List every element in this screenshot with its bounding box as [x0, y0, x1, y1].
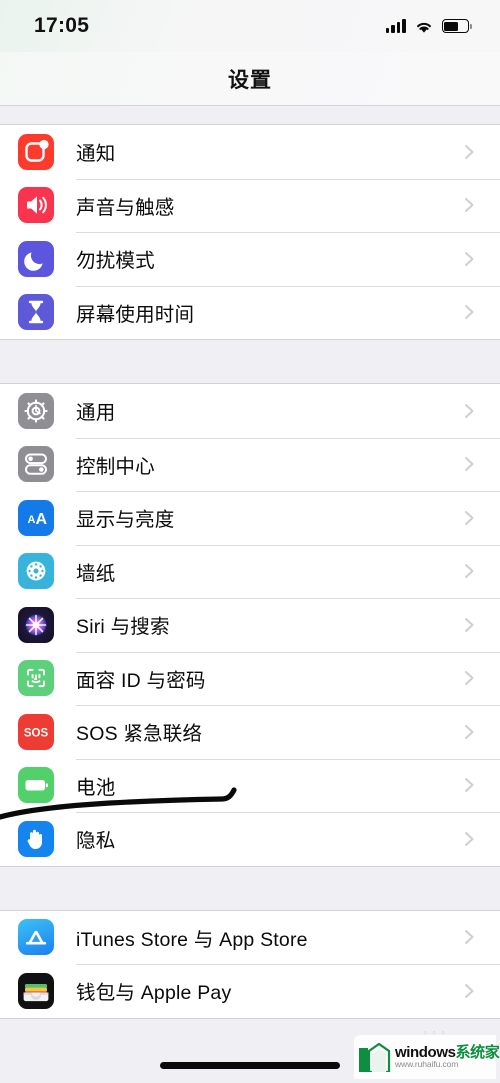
settings-row-label: iTunes Store 与 App Store	[76, 928, 308, 951]
svg-text:A: A	[28, 514, 36, 526]
wallpaper-icon	[18, 553, 54, 590]
settings-row-label: Siri 与搜索	[76, 616, 170, 639]
settings-row-label: 隐私	[76, 830, 116, 853]
settings-row-label: 勿扰模式	[76, 250, 155, 273]
chevron-right-icon	[465, 564, 474, 579]
chevron-right-icon	[465, 403, 474, 418]
chevron-right-icon	[465, 778, 474, 793]
chevron-right-icon	[465, 251, 474, 266]
battery-settings-icon	[18, 767, 54, 804]
iphone-settings-screen: 17:05 设置 通知 声音与触感 勿扰模式 屏幕使用时间 通用 控制中心 A …	[0, 0, 500, 1083]
wifi-icon	[416, 22, 431, 33]
group-system-alerts: 通知 声音与触感 勿扰模式 屏幕使用时间	[0, 124, 500, 340]
settings-row-label: 钱包与 Apple Pay	[76, 982, 232, 1005]
navigation-bar: 设置	[0, 52, 500, 106]
settings-row[interactable]: 钱包与 Apple Pay	[0, 964, 500, 1018]
settings-row-label: 声音与触感	[76, 196, 175, 219]
chevron-right-icon	[465, 457, 474, 472]
watermark-logo-icon	[359, 1042, 391, 1074]
chevron-right-icon	[465, 983, 474, 998]
display-brightness-icon: A A	[18, 499, 54, 536]
settings-row[interactable]: A A 显示与亮度	[0, 491, 500, 545]
status-bar-time: 17:05	[34, 14, 90, 37]
chevron-right-icon	[465, 930, 474, 945]
do-not-disturb-icon	[18, 240, 54, 277]
settings-row[interactable]: 面容 ID 与密码	[0, 651, 500, 705]
emergency-sos-icon: SOS	[18, 713, 54, 750]
settings-row[interactable]: 通用	[0, 384, 500, 438]
status-bar: 17:05	[0, 0, 500, 52]
wallet-apple-pay-icon	[18, 972, 54, 1009]
watermark-brand: windows系统家园	[395, 1043, 500, 1061]
settings-row[interactable]: 声音与触感	[0, 178, 500, 232]
chevron-right-icon	[465, 724, 474, 739]
control-center-icon	[18, 446, 54, 483]
group-separator	[0, 106, 500, 124]
group-separator	[0, 340, 500, 383]
battery-icon	[441, 19, 472, 33]
cellular-signal-icon	[385, 19, 406, 33]
siri-search-icon	[18, 606, 54, 643]
privacy-hand-icon	[18, 820, 54, 857]
settings-row[interactable]: iTunes Store 与 App Store	[0, 910, 500, 964]
settings-row-label: 通用	[76, 402, 116, 425]
home-indicator[interactable]	[160, 1062, 340, 1069]
general-gear-icon	[18, 392, 54, 429]
settings-row-label: 显示与亮度	[76, 509, 175, 532]
settings-row[interactable]: 勿扰模式	[0, 232, 500, 286]
settings-list[interactable]: 通知 声音与触感 勿扰模式 屏幕使用时间 通用 控制中心 A A 显示与亮度 墙…	[0, 106, 500, 1083]
chevron-right-icon	[465, 617, 474, 632]
settings-row-label: 电池	[76, 776, 116, 799]
chevron-right-icon	[465, 831, 474, 846]
group-device-settings: 通用 控制中心 A A 显示与亮度 墙纸 Siri 与搜索 面容 ID 与密码 …	[0, 383, 500, 867]
face-id-passcode-icon	[18, 660, 54, 697]
chevron-right-icon	[465, 144, 474, 159]
chevron-right-icon	[465, 305, 474, 320]
page-title: 设置	[228, 68, 272, 92]
screen-time-icon	[18, 294, 54, 331]
settings-row[interactable]: 隐私	[0, 812, 500, 866]
watermark: windows系统家园 www.ruhaifu.com	[354, 1035, 500, 1079]
settings-row-label: 墙纸	[76, 562, 116, 585]
settings-row-label: 面容 ID 与密码	[76, 669, 206, 692]
notifications-icon	[18, 133, 54, 170]
settings-row[interactable]: 控制中心	[0, 437, 500, 491]
watermark-url: www.ruhaifu.com	[395, 1059, 459, 1070]
settings-row[interactable]: Siri 与搜索	[0, 598, 500, 652]
chevron-right-icon	[465, 510, 474, 525]
settings-row-label: SOS 紧急联络	[76, 723, 203, 746]
group-store-accounts: iTunes Store 与 App Store 钱包与 Apple Pay	[0, 909, 500, 1019]
group-separator	[0, 866, 500, 910]
settings-row-label: 通知	[76, 143, 116, 166]
status-bar-indicators	[385, 19, 472, 34]
svg-text:SOS: SOS	[24, 727, 49, 739]
chevron-right-icon	[465, 671, 474, 686]
settings-row-label: 控制中心	[76, 455, 155, 478]
settings-row[interactable]: SOS SOS 紧急联络	[0, 705, 500, 759]
settings-row-label: 屏幕使用时间	[76, 303, 195, 326]
sounds-haptics-icon	[18, 187, 54, 224]
settings-row[interactable]: 电池	[0, 758, 500, 812]
settings-row[interactable]: 屏幕使用时间	[0, 285, 500, 339]
settings-row[interactable]: 通知	[0, 125, 500, 179]
svg-text:A: A	[36, 511, 48, 528]
app-store-icon	[18, 919, 54, 956]
chevron-right-icon	[465, 198, 474, 213]
settings-row[interactable]: 墙纸	[0, 544, 500, 598]
